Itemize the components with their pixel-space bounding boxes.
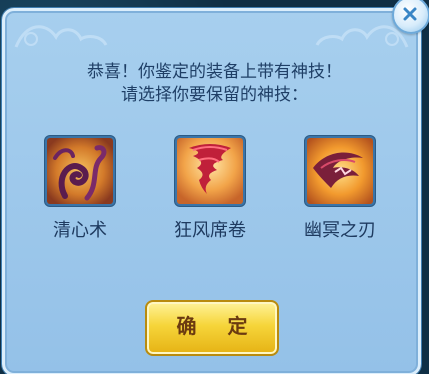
message-line-2: 请选择你要保留的神技： — [121, 85, 308, 105]
message-line-1: 恭喜！你鉴定的装备上带有神技！ — [87, 62, 342, 82]
skill-label-3: 幽冥之刃 — [304, 220, 376, 241]
confirm-button[interactable]: 确 定 — [145, 300, 279, 356]
cloud-ornament-icon — [14, 25, 108, 48]
skill-option-2[interactable] — [175, 136, 245, 206]
skill-label-1: 清心术 — [53, 220, 107, 241]
close-button[interactable] — [392, 0, 429, 34]
skill-label-2: 狂风席卷 — [174, 220, 246, 241]
skill-option-1[interactable] — [45, 136, 115, 206]
close-icon — [403, 7, 417, 21]
swirl-tentacle-icon — [47, 138, 113, 204]
skill-option-3[interactable] — [305, 136, 375, 206]
dark-blade-icon — [307, 138, 373, 204]
game-screen: 恭喜！你鉴定的装备上带有神技！ 请选择你要保留的神技： 清心术 狂风席卷 幽冥之… — [0, 0, 429, 374]
tornado-icon — [177, 138, 243, 204]
